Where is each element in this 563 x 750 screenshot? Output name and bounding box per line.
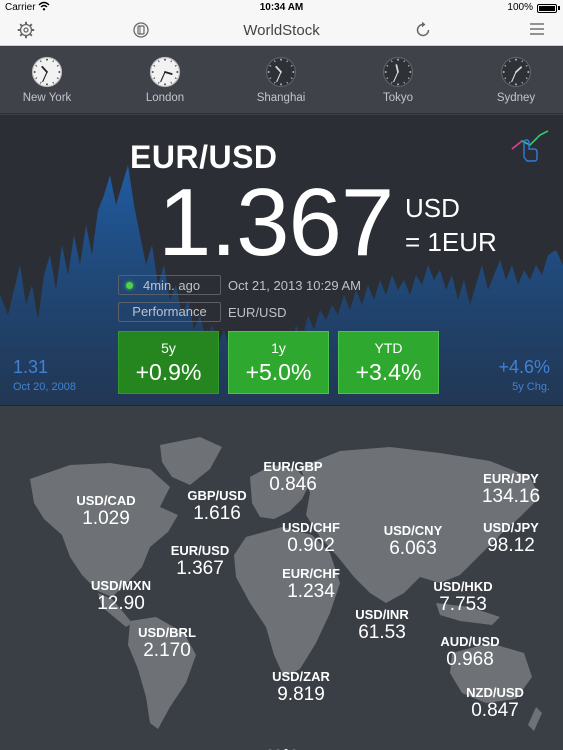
quote-value: 1.234 [287, 581, 335, 602]
battery-percent: 100% [507, 2, 533, 13]
quote-pair: USD/CNY [383, 523, 443, 538]
touch-chart-icon[interactable] [510, 127, 552, 168]
quote-value: 0.902 [287, 535, 335, 556]
page-indicator[interactable] [0, 740, 563, 750]
quote-usd-brl[interactable]: USD/BRL 2.170 [119, 625, 215, 662]
quote-usd-cad[interactable]: USD/CAD 1.029 [58, 493, 154, 530]
quote-value: 61.53 [358, 622, 406, 643]
status-bar: Carrier 10:34 AM 100% [0, 0, 563, 16]
quote-aud-usd[interactable]: AUD/USD 0.968 [422, 634, 518, 671]
app-title: WorldStock [243, 22, 320, 39]
quote-currency: USD [405, 193, 460, 223]
quote-value: 134.16 [481, 486, 541, 507]
world-map: EUR/GBP 0.846 EUR/JPY 134.16 USD/CAD 1.0… [0, 407, 563, 750]
quote-usd-chf[interactable]: USD/CHF 0.902 [263, 520, 359, 557]
clock-city-label: Shanghai [256, 92, 306, 104]
world-clocks: New York London Shanghai Tokyo Sydney [0, 47, 563, 114]
clock-city-label: Tokyo [382, 92, 414, 104]
quote-pair: USD/HKD [433, 579, 493, 594]
quote-pair: EUR/JPY [483, 471, 539, 486]
base-currency: = 1EUR [405, 227, 497, 257]
greenland [160, 437, 222, 485]
clock-new-york[interactable]: New York [7, 56, 87, 104]
start-date: Oct 20, 2008 [13, 381, 76, 393]
battery-icon [537, 4, 557, 13]
clock-shanghai[interactable]: Shanghai [241, 56, 321, 104]
status-time: 10:34 AM [259, 2, 304, 13]
quote-eur-usd[interactable]: EUR/USD 1.367 [152, 543, 248, 580]
clock-sydney[interactable]: Sydney [476, 56, 556, 104]
quote-pair: EUR/CHF [282, 566, 340, 581]
rate-detail-panel: EUR/USD 1.367 USD = 1EUR 4min. ago Oct 2… [0, 115, 563, 406]
quote-eur-chf[interactable]: EUR/CHF 1.234 [263, 566, 359, 603]
clock-icon [382, 56, 414, 88]
clock-city-label: London [145, 92, 185, 104]
quote-usd-cny[interactable]: USD/CNY 6.063 [365, 523, 461, 560]
clock-icon [31, 56, 63, 88]
last-updated-text: 4min. ago [143, 278, 201, 293]
live-indicator-icon [126, 282, 133, 289]
clock-london[interactable]: London [125, 56, 205, 104]
performance-value: +0.9% [135, 359, 202, 385]
quote-value: 0.968 [446, 649, 494, 670]
last-updated-badge: 4min. ago [118, 275, 221, 295]
quote-value: 2.170 [143, 640, 191, 661]
clock-tokyo[interactable]: Tokyo [358, 56, 438, 104]
quote-value: 9.819 [277, 684, 325, 705]
quote-pair: USD/CHF [282, 520, 340, 535]
quote-pair: USD/MXN [91, 578, 151, 593]
clock-icon [500, 56, 532, 88]
performance-pair: EUR/USD [228, 305, 287, 320]
quote-usd-mxn[interactable]: USD/MXN 12.90 [73, 578, 169, 615]
change-label: 5y Chg. [512, 381, 550, 393]
nav-bar: WorldStock [0, 16, 563, 46]
quote-value: 1.029 [82, 508, 130, 529]
quote-pair: USD/INR [355, 607, 409, 622]
quote-datetime: Oct 21, 2013 10:29 AM [228, 278, 361, 293]
quote-pair: USD/BRL [138, 625, 196, 640]
quote-usd-jpy[interactable]: USD/JPY 98.12 [463, 520, 559, 557]
quote-pair: NZD/USD [466, 685, 524, 700]
quote-pair: AUD/USD [440, 634, 500, 649]
performance-5y-button[interactable]: 5y +0.9% [118, 331, 219, 394]
quote-pair: EUR/USD [170, 543, 230, 558]
quote-pair: USD/ZAR [272, 669, 330, 684]
quote-value: 1.367 [176, 558, 224, 579]
performance-1y-button[interactable]: 1y +5.0% [228, 331, 329, 394]
performance-period-label: 1y [271, 340, 286, 356]
start-value: 1.31 [13, 357, 49, 377]
quote-eur-jpy[interactable]: EUR/JPY 134.16 [463, 471, 559, 508]
quote-value: 0.847 [471, 700, 519, 721]
quote-value: 98.12 [487, 535, 535, 556]
exchange-rate: 1.367 [158, 169, 394, 276]
quote-usd-inr[interactable]: USD/INR 61.53 [334, 607, 430, 644]
quote-pair: GBP/USD [187, 488, 247, 503]
quote-pair: EUR/GBP [263, 459, 323, 474]
performance-label: Performance [118, 302, 221, 322]
performance-period-label: YTD [374, 340, 403, 356]
clock-icon [149, 56, 181, 88]
performance-ytd-button[interactable]: YTD +3.4% [338, 331, 439, 394]
quote-value: 12.90 [97, 593, 145, 614]
performance-value: +5.0% [245, 359, 312, 385]
performance-value: +3.4% [355, 359, 422, 385]
quote-pair: USD/CAD [76, 493, 136, 508]
clock-city-label: Sydney [496, 92, 536, 104]
quote-nzd-usd[interactable]: NZD/USD 0.847 [447, 685, 543, 722]
change-value: +4.6% [498, 357, 550, 377]
quote-value: 6.063 [389, 538, 437, 559]
quote-usd-zar[interactable]: USD/ZAR 9.819 [253, 669, 349, 706]
quote-value: 1.616 [193, 503, 241, 524]
reload-icon[interactable] [413, 21, 433, 41]
clock-icon [265, 56, 297, 88]
menu-icon[interactable] [527, 21, 547, 41]
clock-city-label: New York [22, 92, 72, 104]
performance-period-label: 5y [161, 340, 176, 356]
quote-pair: USD/JPY [483, 520, 539, 535]
quote-gbp-usd[interactable]: GBP/USD 1.616 [169, 488, 265, 525]
